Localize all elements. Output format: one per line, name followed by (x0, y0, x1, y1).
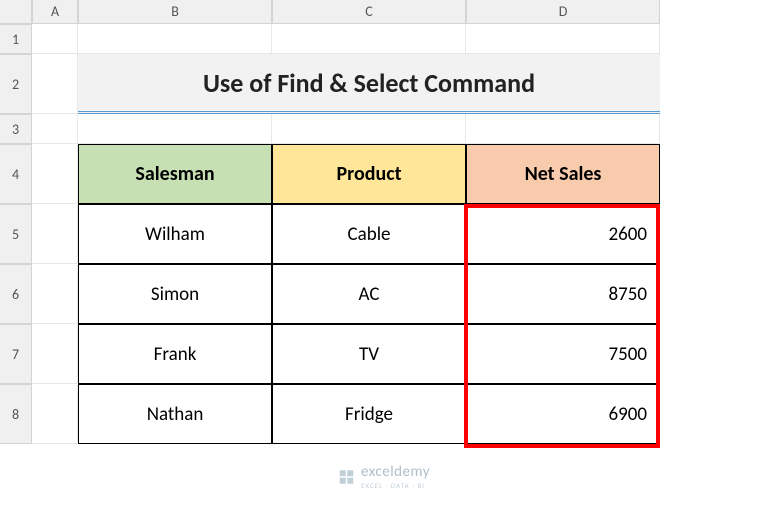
cell-d1[interactable] (466, 24, 660, 54)
cell-a3[interactable] (32, 114, 78, 144)
cell-a7[interactable] (32, 324, 78, 384)
cell-b1[interactable] (78, 24, 272, 54)
cell-salesman-2[interactable]: Simon (78, 264, 272, 324)
col-header-a[interactable]: A (32, 0, 78, 24)
cell-a8[interactable] (32, 384, 78, 444)
spreadsheet-grid: A B C D 1 2 Use of Find & Select Command… (0, 0, 767, 444)
cell-salesman-1[interactable]: Wilham (78, 204, 272, 264)
cell-d3[interactable] (466, 114, 660, 144)
cell-netsales-3[interactable]: 7500 (466, 324, 660, 384)
row-header-6[interactable]: 6 (0, 264, 32, 324)
cell-product-2[interactable]: AC (272, 264, 466, 324)
row-header-1[interactable]: 1 (0, 24, 32, 54)
cell-c3[interactable] (272, 114, 466, 144)
cell-netsales-2[interactable]: 8750 (466, 264, 660, 324)
row-header-8[interactable]: 8 (0, 384, 32, 444)
cell-b3[interactable] (78, 114, 272, 144)
watermark-subtext: EXCEL · DATA · BI (361, 482, 430, 489)
row-header-2[interactable]: 2 (0, 54, 32, 114)
row-header-4[interactable]: 4 (0, 144, 32, 204)
col-header-c[interactable]: C (272, 0, 466, 24)
row-header-7[interactable]: 7 (0, 324, 32, 384)
cell-a6[interactable] (32, 264, 78, 324)
col-header-b[interactable]: B (78, 0, 272, 24)
watermark: exceldemy EXCEL · DATA · BI (337, 465, 430, 489)
row-header-5[interactable]: 5 (0, 204, 32, 264)
cell-salesman-3[interactable]: Frank (78, 324, 272, 384)
cell-a4[interactable] (32, 144, 78, 204)
col-header-d[interactable]: D (466, 0, 660, 24)
header-product[interactable]: Product (272, 144, 466, 204)
row-header-3[interactable]: 3 (0, 114, 32, 144)
header-net-sales[interactable]: Net Sales (466, 144, 660, 204)
cell-product-1[interactable]: Cable (272, 204, 466, 264)
cell-product-3[interactable]: TV (272, 324, 466, 384)
cell-a5[interactable] (32, 204, 78, 264)
select-all-corner[interactable] (0, 0, 32, 24)
cell-a1[interactable] (32, 24, 78, 54)
cell-c1[interactable] (272, 24, 466, 54)
header-salesman[interactable]: Salesman (78, 144, 272, 204)
title-cell[interactable]: Use of Find & Select Command (78, 54, 660, 114)
cell-netsales-1[interactable]: 2600 (466, 204, 660, 264)
cell-netsales-4[interactable]: 6900 (466, 384, 660, 444)
cell-a2[interactable] (32, 54, 78, 114)
cell-salesman-4[interactable]: Nathan (78, 384, 272, 444)
watermark-icon (337, 468, 355, 486)
cell-product-4[interactable]: Fridge (272, 384, 466, 444)
watermark-text: exceldemy (361, 465, 430, 480)
